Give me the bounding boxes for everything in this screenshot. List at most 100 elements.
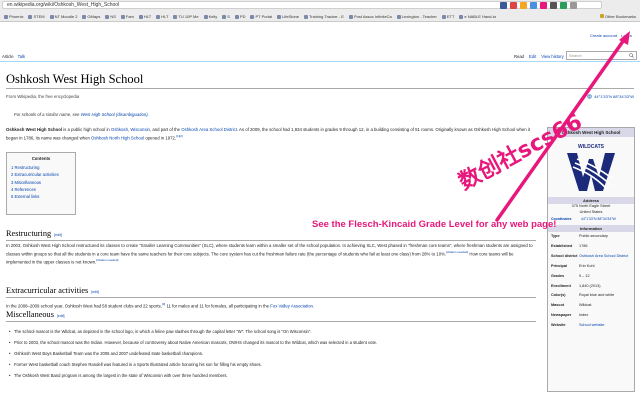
toc-item[interactable]: 5 External links (11, 193, 71, 200)
coordinates-value[interactable]: 44°1'33"N 88°34'33"W (581, 217, 616, 221)
paragraph-text: 11 for males and 11 for females, all par… (165, 303, 271, 309)
list-item: The school mascot is the Wildcat, as dep… (9, 326, 544, 337)
infobox-address: 375 North Eagle Street United States (548, 204, 634, 215)
country-link[interactable]: United States (580, 210, 603, 214)
tab-read[interactable]: Read (514, 54, 524, 59)
extension-icon[interactable] (530, 1, 537, 9)
edit-section-link[interactable]: [edit] (54, 233, 62, 237)
north-high-school-link[interactable]: Oshkosh North High School (91, 135, 144, 140)
section-heading-extracurricular: Extracurricular activities [edit] (6, 286, 99, 295)
fox-valley-association-link[interactable]: Fox Valley Association (270, 303, 313, 308)
bookmark-item[interactable]: GMaps (80, 13, 102, 21)
extension-icon[interactable] (560, 1, 567, 9)
bookmark-favicon-icon (396, 14, 401, 19)
citation-needed-link[interactable]: [citation needed] (96, 258, 118, 262)
view-tabs: Read Edit View history (514, 54, 564, 59)
edit-section-link[interactable]: [edit] (57, 314, 65, 318)
bookmark-item[interactable]: NS (103, 13, 118, 21)
extension-icon[interactable] (520, 1, 527, 9)
bookmark-item[interactable]: Fam (119, 13, 136, 21)
bookmark-item[interactable]: Kelly (202, 13, 220, 21)
oshkosh-link[interactable]: Oshkosh (111, 127, 128, 132)
bookmark-item[interactable]: Lexington - Teacher (395, 13, 439, 21)
extension-icon[interactable] (550, 1, 557, 9)
tab-view-history[interactable]: View history (541, 54, 564, 59)
infobox-row: Established 1786 (548, 242, 634, 252)
bookmarks-bar: Phoenix STEM NT Moodle 2 GMaps NS Fam HLT HLT TU… (0, 12, 640, 21)
toc-item[interactable]: 4 References (11, 186, 71, 193)
title-coordinates[interactable]: 44°1'33"N 88°34'33"W (587, 94, 634, 99)
infobox-row: Grades 9 – 12 (548, 272, 634, 282)
section-heading-miscellaneous: Miscellaneous [edit] (6, 310, 65, 319)
flesch-kincaid-extension-icon[interactable] (540, 1, 547, 9)
heading-text: Miscellaneous (6, 310, 54, 319)
bookmark-item[interactable]: LifeStone (275, 13, 301, 21)
infobox-value[interactable]: School website (579, 321, 631, 331)
bookmark-label: HLT (143, 14, 152, 19)
bookmark-label: Fam (125, 14, 134, 19)
bookmark-label: Post Assoc InfiniteCa (353, 14, 392, 19)
bookmark-label: PT Portal (255, 14, 273, 19)
toc-item[interactable]: 1 Restructuring (11, 164, 71, 171)
bookmark-item[interactable]: STEM (26, 13, 46, 21)
extracurricular-paragraph: In the 2008–2009 school year, Oshkosh We… (6, 301, 536, 309)
tab-edit[interactable]: Edit (529, 54, 536, 59)
infobox-value: Wildcat (579, 303, 592, 308)
edit-section-link[interactable]: [edit] (91, 290, 99, 294)
citation-needed-link[interactable]: [citation needed] (446, 250, 468, 254)
wildcats-logo[interactable]: WILDCATS (561, 141, 621, 195)
tab-article[interactable]: Article (2, 54, 14, 59)
bookmark-label: e NABLE Hand-to (464, 14, 497, 19)
extension-icon[interactable] (510, 1, 517, 9)
bookmark-item[interactable]: TU 10P Me (171, 13, 200, 21)
tab-talk[interactable]: Talk (18, 54, 25, 59)
menu-icon[interactable] (570, 1, 577, 9)
list-item: The Oshkosh West Band program is among t… (9, 370, 544, 381)
search-icon[interactable] (629, 53, 634, 58)
title-divider (6, 88, 634, 89)
list-item: Oshkosh West Boys Basketball Team was th… (9, 348, 544, 359)
bookmark-favicon-icon (105, 14, 110, 19)
bookmark-item[interactable]: HLT (137, 13, 153, 21)
infobox-row: Newspaper Index (548, 311, 634, 321)
table-of-contents: Contents 1 Restructuring 2 Extracurricul… (6, 152, 76, 215)
citation-link[interactable]: [1][2] (176, 134, 183, 138)
other-bookmarks[interactable]: Other Bookmarks (599, 12, 636, 20)
disambiguation-link[interactable]: West High School (disambiguation). (81, 112, 149, 117)
infobox-row: Mascot Wildcat (548, 301, 634, 311)
create-account-link[interactable]: Create account (590, 33, 617, 38)
school-district-link[interactable]: Oshkosh Area School District (181, 127, 237, 132)
bookmark-favicon-icon (250, 14, 255, 19)
log-in-link[interactable]: Log in (621, 33, 632, 38)
bookmark-item[interactable]: HLT (154, 13, 170, 21)
bookmark-label: LifeStone (282, 14, 299, 19)
infobox-row: Enrollment 1,840 (2013) (548, 282, 634, 292)
intro-paragraph: Oshkosh West High School is a public hig… (6, 126, 536, 141)
toc-item[interactable]: 3 Miscellaneous (11, 179, 71, 186)
bookmark-favicon-icon (459, 14, 464, 19)
hatnote: For schools of a similar name, see West … (14, 112, 149, 117)
bookmark-label: TU 10P Me (178, 14, 199, 19)
infobox-key: Newspaper (551, 313, 572, 318)
infobox-value: Index (579, 313, 589, 318)
infobox-section-information: Information (548, 225, 634, 232)
search-input[interactable]: Search (566, 51, 637, 60)
bookmark-item[interactable]: NT Moodle 2 (48, 13, 80, 21)
infobox-value[interactable]: Oshkosh Area School District (579, 252, 631, 262)
list-item: Former West basketball coach Stephen Ran… (9, 359, 544, 370)
bookmark-item[interactable]: Post Assoc InfiniteCa (347, 13, 394, 21)
bookmark-item[interactable]: PT Portal (248, 13, 274, 21)
browser-chrome: en.wikipedia.org/wiki/Oshkosh_West_High_… (0, 0, 640, 22)
toc-item[interactable]: 2 Extracurricular activities (11, 171, 71, 178)
extension-icon[interactable] (500, 1, 507, 9)
bookmark-item[interactable]: Phoenix (2, 13, 25, 21)
bookmark-item[interactable]: S (220, 13, 232, 21)
bookmark-favicon-icon (28, 14, 33, 19)
bookmark-item[interactable]: e NABLE Hand-to (457, 13, 498, 21)
bookmark-item[interactable]: ETT (440, 13, 457, 21)
bookmark-item[interactable]: Training Tracker - E (302, 13, 346, 21)
bookmark-item[interactable]: PD (233, 13, 248, 21)
infobox-value: 9 – 12 (579, 273, 590, 278)
bookmark-favicon-icon (222, 14, 227, 19)
wisconsin-link[interactable]: Wisconsin (130, 127, 150, 132)
